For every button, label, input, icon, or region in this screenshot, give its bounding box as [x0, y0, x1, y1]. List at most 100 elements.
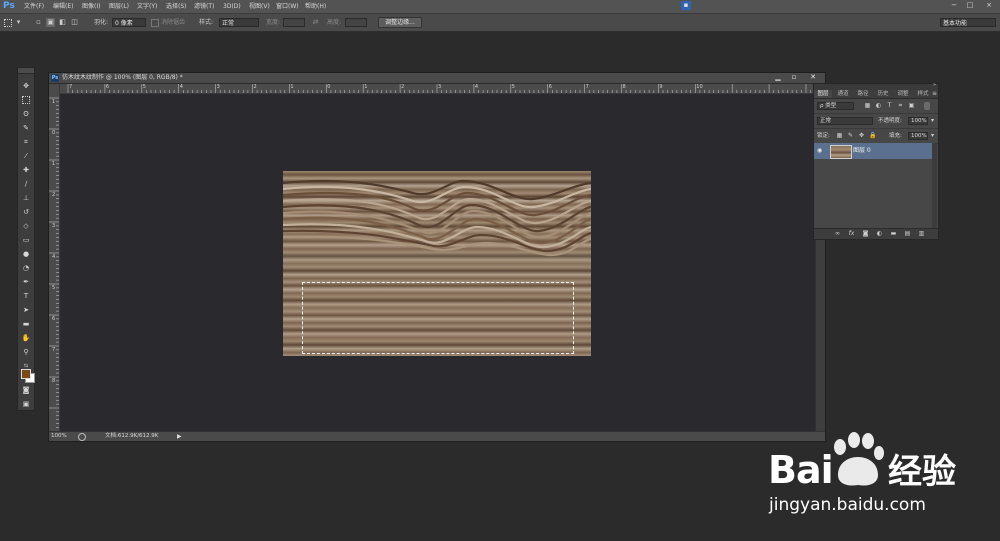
clone-stamp-tool-icon[interactable]: ⊥ [20, 192, 32, 204]
pen-tool-icon[interactable]: ✒ [20, 276, 32, 288]
menu-edit[interactable]: 编辑(E) [53, 0, 73, 13]
link-icon[interactable]: ∞ [834, 230, 841, 238]
path-select-tool-icon[interactable]: ➤ [20, 304, 32, 316]
lock-position-icon[interactable]: ✥ [858, 132, 865, 140]
fx-icon[interactable]: fx [848, 230, 855, 238]
status-options-icon[interactable] [78, 433, 86, 441]
filter-toggle[interactable] [924, 102, 930, 110]
tab-layers[interactable]: 图层 [814, 90, 832, 98]
blend-mode-select[interactable]: 正常 [817, 117, 873, 125]
menu-layer[interactable]: 图层(L) [109, 0, 129, 13]
gradient-tool-icon[interactable]: ▭ [20, 234, 32, 246]
doc-close-button[interactable]: ✕ [806, 73, 820, 82]
tools-panel-header[interactable] [18, 68, 34, 74]
feather-input[interactable]: 0 像素 [112, 18, 146, 27]
lock-all-icon[interactable]: 🔒 [869, 132, 876, 140]
zoom-tool-icon[interactable]: ⚲ [20, 346, 32, 358]
style-select[interactable]: 正常 [219, 18, 259, 27]
eraser-tool-icon[interactable]: ◇ [20, 220, 32, 232]
intersect-selection-icon[interactable]: ◫ [70, 18, 79, 27]
chevron-down-icon[interactable]: ▾ [14, 18, 23, 27]
type-tool-icon[interactable]: T [20, 290, 32, 302]
doc-minimize-button[interactable]: ▁ [771, 73, 785, 82]
zoom-level[interactable]: 100% [51, 432, 67, 441]
adjustment-icon[interactable]: ◐ [876, 230, 883, 238]
quick-mask-icon[interactable]: ◙ [20, 384, 32, 396]
shape-tool-icon[interactable]: ▬ [20, 318, 32, 330]
lasso-tool-icon[interactable]: ʘ [20, 108, 32, 120]
swap-icon[interactable]: ⇄ [311, 18, 320, 27]
tab-history[interactable]: 历史 [874, 90, 892, 98]
tab-styles[interactable]: 样式 [914, 90, 932, 98]
eyedropper-tool-icon[interactable]: ⁄ [20, 150, 32, 162]
blur-tool-icon[interactable]: ● [20, 248, 32, 260]
healing-brush-tool-icon[interactable]: ✚ [20, 164, 32, 176]
restore-button[interactable]: □ [964, 1, 976, 10]
filter-shape-icon[interactable]: ⌗ [897, 102, 904, 110]
lock-pixels-icon[interactable]: ✎ [847, 132, 854, 140]
new-layer-icon[interactable]: ▤ [904, 230, 911, 238]
opacity-dropdown-icon[interactable]: ▾ [929, 117, 936, 125]
tab-paths[interactable]: 路径 [854, 90, 872, 98]
menu-filter[interactable]: 滤镜(T) [194, 0, 214, 13]
trash-icon[interactable]: ▥ [918, 230, 925, 238]
new-selection-icon[interactable]: ▫ [34, 18, 43, 27]
vertical-ruler[interactable]: 1 0 1 2 3 4 5 6 7 8 [49, 84, 60, 433]
quick-select-tool-icon[interactable]: ✎ [20, 122, 32, 134]
antialias-checkbox[interactable] [151, 19, 159, 27]
filter-pixel-icon[interactable]: ▦ [864, 102, 871, 110]
layers-scrollbar[interactable] [932, 143, 937, 231]
mask-icon[interactable]: ◙ [862, 230, 869, 238]
foreground-color-swatch[interactable] [21, 369, 31, 379]
layer-name[interactable]: 图层 0 [853, 143, 871, 159]
filter-adjustment-icon[interactable]: ◐ [875, 102, 882, 110]
close-button[interactable]: × [983, 1, 995, 10]
subtract-selection-icon[interactable]: ◧ [58, 18, 67, 27]
width-input[interactable] [283, 18, 305, 27]
menu-file[interactable]: 文件(F) [24, 0, 44, 13]
workspace-select[interactable]: 基本功能 [940, 18, 996, 27]
marquee-selection[interactable] [302, 282, 574, 354]
add-selection-icon[interactable]: ▣ [46, 18, 55, 27]
height-input[interactable] [345, 18, 367, 27]
collapse-panel-icon[interactable]: » [933, 82, 936, 88]
menu-3d[interactable]: 3D(D) [223, 0, 241, 13]
status-menu-arrow-icon[interactable]: ▶ [177, 432, 182, 441]
mini-bridge-icon[interactable]: ▪ [681, 1, 691, 10]
lock-transparency-icon[interactable]: ▦ [836, 132, 843, 140]
crop-tool-icon[interactable]: ⌗ [20, 136, 32, 148]
minimize-button[interactable]: − [948, 1, 960, 10]
filter-type-icon[interactable]: T [886, 102, 893, 110]
marquee-tool-icon[interactable] [20, 94, 32, 106]
brush-tool-icon[interactable]: ∕ [20, 178, 32, 190]
doc-maximize-button[interactable]: ▫ [787, 73, 801, 82]
filter-smartobject-icon[interactable]: ▣ [908, 102, 915, 110]
group-icon[interactable]: ▬ [890, 230, 897, 238]
layer-row[interactable]: ◉ 图层 0 [814, 143, 932, 159]
layer-kind-select[interactable]: ρ 类型 [817, 102, 854, 110]
ruler-tick-label: 5 [142, 84, 146, 90]
history-brush-tool-icon[interactable]: ↺ [20, 206, 32, 218]
tab-adjustments[interactable]: 调整 [894, 90, 912, 98]
screen-mode-icon[interactable]: ▣ [20, 398, 32, 410]
fill-dropdown-icon[interactable]: ▾ [929, 132, 936, 140]
visibility-eye-icon[interactable]: ◉ [817, 147, 822, 154]
fill-input[interactable]: 100% [908, 132, 928, 140]
move-tool-icon[interactable]: ✥ [20, 80, 32, 92]
ruler-tick-label: 2 [52, 192, 56, 198]
tab-channels[interactable]: 通道 [834, 90, 852, 98]
opacity-input[interactable]: 100% [908, 117, 928, 125]
horizontal-ruler[interactable]: 7 6 5 4 3 2 1 0 1 2 3 4 5 6 7 8 9 10 [59, 84, 815, 94]
menu-image[interactable]: 图像(I) [82, 0, 100, 13]
document-tab[interactable]: Ps 仿木纹木纹制作 @ 100% (图层 0, RGB/8) * ▁ ▫ ✕ [49, 73, 825, 84]
dodge-tool-icon[interactable]: ◔ [20, 262, 32, 274]
menu-view[interactable]: 视图(V) [249, 0, 270, 13]
menu-select[interactable]: 选择(S) [166, 0, 187, 13]
panel-menu-icon[interactable]: ≡ [932, 90, 937, 98]
hand-tool-icon[interactable]: ✋ [20, 332, 32, 344]
refine-edge-button[interactable]: 调整边缘... [378, 17, 422, 28]
menu-window[interactable]: 窗口(W) [276, 0, 299, 13]
menu-help[interactable]: 帮助(H) [305, 0, 326, 13]
menu-type[interactable]: 文字(Y) [137, 0, 157, 13]
marquee-preset-icon[interactable] [4, 19, 12, 27]
